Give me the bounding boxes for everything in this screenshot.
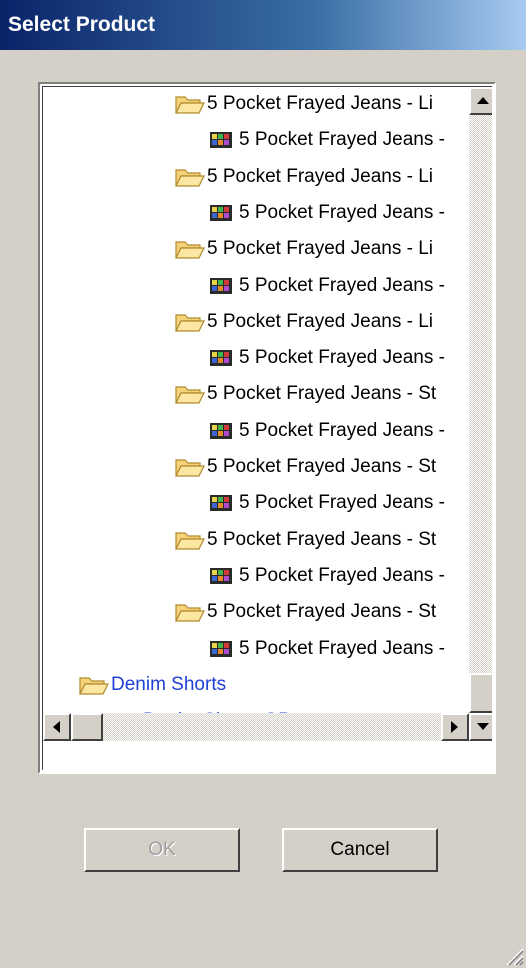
cancel-button-label: Cancel — [330, 839, 390, 860]
tree-inner: 5 Pocket Frayed Jeans - Li 5 Pocket Fraye… — [42, 86, 492, 770]
tree-item[interactable]: 5 Pocket Frayed Jeans - Li — [175, 305, 433, 339]
product-icon — [207, 129, 237, 151]
product-icon — [207, 492, 237, 514]
tree-item-label: 5 Pocket Frayed Jeans - Li — [207, 238, 433, 260]
window-title: Select Product — [8, 13, 156, 36]
folder-open-icon — [175, 383, 205, 405]
tree-item-label: 5 Pocket Frayed Jeans - St — [207, 601, 437, 623]
tree-item[interactable]: 5 Pocket Frayed Jeans - — [207, 632, 445, 666]
tree-item-label: 5 Pocket Frayed Jeans - Li — [207, 165, 433, 187]
product-icon — [207, 565, 237, 587]
tree-item-label: 5 Pocket Frayed Jeans - — [239, 564, 445, 586]
tree-item[interactable]: 5 Pocket Frayed Jeans - — [207, 559, 445, 593]
scroll-up-button[interactable] — [469, 87, 492, 115]
vertical-scrollbar[interactable] — [469, 87, 492, 741]
folder-open-icon — [175, 93, 205, 115]
product-icon — [207, 275, 237, 297]
vertical-scroll-thumb[interactable] — [469, 673, 492, 713]
product-tree[interactable]: 5 Pocket Frayed Jeans - Li 5 Pocket Fraye… — [38, 82, 496, 774]
ok-button-label: OK — [148, 839, 176, 860]
arrow-up-icon — [477, 97, 489, 104]
tree-item-label: Denim Shorts — [111, 673, 227, 695]
arrow-left-icon — [53, 721, 60, 733]
resize-grip-icon[interactable] — [502, 944, 524, 966]
tree-item[interactable]: 5 Pocket Frayed Jeans - St — [175, 377, 436, 411]
folder-open-icon — [175, 601, 205, 623]
arrow-right-icon — [451, 721, 458, 733]
window-titlebar[interactable]: Select Product — [0, 0, 526, 50]
tree-item[interactable]: Denim Shorts GP — [111, 704, 291, 713]
tree-item[interactable]: 5 Pocket Frayed Jeans - Li — [175, 87, 433, 121]
tree-item[interactable]: 5 Pocket Frayed Jeans - St — [175, 450, 436, 484]
tree-item-label: 5 Pocket Frayed Jeans - — [239, 347, 445, 369]
tree-item-label: 5 Pocket Frayed Jeans - St — [207, 383, 437, 405]
tree-viewport[interactable]: 5 Pocket Frayed Jeans - Li 5 Pocket Fraye… — [43, 87, 469, 713]
tree-item[interactable]: 5 Pocket Frayed Jeans - St — [175, 523, 436, 557]
tree-item[interactable]: 5 Pocket Frayed Jeans - St — [175, 595, 436, 629]
folder-open-icon — [175, 456, 205, 478]
tree-item[interactable]: 5 Pocket Frayed Jeans - — [207, 486, 445, 520]
tree-item-label: 5 Pocket Frayed Jeans - — [239, 419, 445, 441]
scrollbar-corner — [469, 741, 492, 770]
tree-item-label: 5 Pocket Frayed Jeans - — [239, 129, 445, 151]
tree-item[interactable]: 5 Pocket Frayed Jeans - — [207, 414, 445, 448]
product-icon — [207, 202, 237, 224]
tree-item-label: 5 Pocket Frayed Jeans - — [239, 492, 445, 514]
tree-item-label: 5 Pocket Frayed Jeans - — [239, 274, 445, 296]
folder-open-icon — [175, 311, 205, 333]
scroll-left-button[interactable] — [43, 713, 71, 741]
tree-item-label: 5 Pocket Frayed Jeans - Li — [207, 93, 433, 114]
horizontal-scroll-thumb[interactable] — [71, 713, 103, 741]
tree-item-label: 5 Pocket Frayed Jeans - Li — [207, 310, 433, 332]
product-icon — [207, 638, 237, 660]
scroll-right-button[interactable] — [441, 713, 469, 741]
tree-item-label: 5 Pocket Frayed Jeans - St — [207, 528, 437, 550]
tree-item[interactable]: 5 Pocket Frayed Jeans - Li — [175, 160, 433, 194]
tree-item[interactable]: 5 Pocket Frayed Jeans - — [207, 123, 445, 157]
tree-item-label: 5 Pocket Frayed Jeans - — [239, 201, 445, 223]
ok-button[interactable]: OK — [84, 828, 240, 872]
tree-item[interactable]: 5 Pocket Frayed Jeans - — [207, 269, 445, 303]
scroll-down-button[interactable] — [469, 713, 492, 741]
folder-open-icon — [175, 238, 205, 260]
cancel-button[interactable]: Cancel — [282, 828, 438, 872]
arrow-down-icon — [477, 723, 489, 730]
tree-item[interactable]: 5 Pocket Frayed Jeans - — [207, 341, 445, 375]
product-icon — [207, 420, 237, 442]
product-icon — [207, 347, 237, 369]
folder-open-icon — [175, 166, 205, 188]
tree-item[interactable]: 5 Pocket Frayed Jeans - — [207, 196, 445, 230]
horizontal-scrollbar[interactable] — [43, 713, 469, 741]
folder-open-icon — [175, 529, 205, 551]
tree-item-label: 5 Pocket Frayed Jeans - St — [207, 456, 437, 477]
tree-item[interactable]: Denim Shorts — [79, 668, 226, 702]
tree-item-label: 5 Pocket Frayed Jeans - — [239, 637, 445, 659]
tree-item[interactable]: 5 Pocket Frayed Jeans - Li — [175, 232, 433, 266]
folder-open-icon — [79, 674, 109, 696]
